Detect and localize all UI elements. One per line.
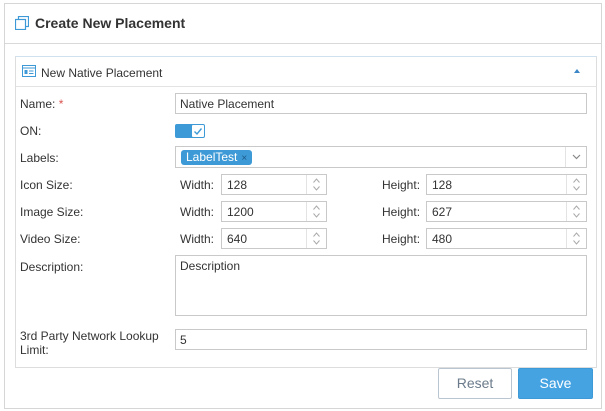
chevron-down-icon[interactable] (313, 213, 320, 218)
stepper-arrows[interactable] (306, 229, 326, 248)
image-width-value: 1200 (227, 205, 254, 219)
chevron-down-icon (572, 154, 581, 160)
video-width-label: Width: (180, 232, 215, 246)
description-label: Description: (20, 260, 84, 274)
video-height-value: 480 (432, 232, 453, 246)
check-icon (194, 128, 203, 136)
video-width-value: 640 (227, 232, 248, 246)
name-label-text: Name: (20, 97, 56, 111)
chevron-up-icon[interactable] (573, 205, 580, 210)
icon-width-label: Width: (180, 178, 215, 192)
labels-label: Labels: (20, 151, 59, 165)
chevron-down-icon[interactable] (313, 240, 320, 245)
video-size-label: Video Size: (20, 232, 81, 246)
icon-height-label: Height: (382, 178, 421, 192)
image-height-stepper[interactable]: 627 (426, 201, 587, 222)
image-height-value: 627 (432, 205, 453, 219)
image-width-label: Width: (180, 205, 215, 219)
label-tag-text: LabelTest (186, 150, 238, 164)
chevron-down-icon[interactable] (573, 186, 580, 191)
chevron-up-icon[interactable] (313, 178, 320, 183)
chevron-up-icon[interactable] (313, 232, 320, 237)
image-width-stepper[interactable]: 1200 (221, 201, 327, 222)
on-toggle[interactable] (175, 124, 205, 138)
video-height-label: Height: (382, 232, 421, 246)
copy-icon (15, 16, 29, 30)
stepper-arrows[interactable] (566, 202, 586, 221)
image-size-label: Image Size: (20, 205, 84, 219)
lookup-limit-label-line2: Limit: (20, 343, 49, 357)
save-button[interactable]: Save (518, 368, 593, 399)
panel-header: Create New Placement (5, 4, 601, 44)
on-label: ON: (20, 124, 42, 138)
chevron-down-icon[interactable] (573, 240, 580, 245)
icon-width-stepper[interactable]: 128 (221, 174, 327, 195)
caret-up-icon[interactable] (574, 69, 580, 73)
icon-width-value: 128 (227, 178, 248, 192)
icon-height-stepper[interactable]: 128 (426, 174, 587, 195)
tag-remove-icon[interactable]: × (241, 153, 247, 164)
stepper-arrows[interactable] (566, 175, 586, 194)
page-title: Create New Placement (35, 15, 186, 31)
labels-multiselect[interactable]: LabelTest × (175, 146, 587, 168)
section-title: New Native Placement (41, 66, 163, 80)
toggle-knob (192, 125, 204, 137)
chevron-down-icon[interactable] (313, 186, 320, 191)
video-width-stepper[interactable]: 640 (221, 228, 327, 249)
icon-size-label: Icon Size: (20, 178, 73, 192)
chevron-up-icon[interactable] (573, 232, 580, 237)
video-height-stepper[interactable]: 480 (426, 228, 587, 249)
chevron-up-icon[interactable] (313, 205, 320, 210)
labels-dropdown-button[interactable] (565, 147, 586, 167)
chevron-down-icon[interactable] (573, 213, 580, 218)
create-placement-panel: Create New Placement New Native Placemen… (4, 3, 602, 409)
stepper-arrows[interactable] (566, 229, 586, 248)
chevron-up-icon[interactable] (573, 178, 580, 183)
stepper-arrows[interactable] (306, 202, 326, 221)
stepper-arrows[interactable] (306, 175, 326, 194)
name-input[interactable]: Native Placement (175, 93, 587, 114)
description-textarea[interactable]: Description (175, 255, 587, 316)
name-label: Name: * (20, 97, 63, 111)
form-icon (22, 65, 36, 77)
lookup-limit-label-line1: 3rd Party Network Lookup (20, 329, 159, 343)
reset-button[interactable]: Reset (438, 368, 512, 399)
label-tag: LabelTest × (181, 150, 253, 165)
section-header[interactable]: New Native Placement (16, 57, 596, 87)
image-height-label: Height: (382, 205, 421, 219)
required-mark: * (58, 97, 64, 111)
lookup-limit-input[interactable]: 5 (175, 329, 587, 350)
icon-height-value: 128 (432, 178, 453, 192)
